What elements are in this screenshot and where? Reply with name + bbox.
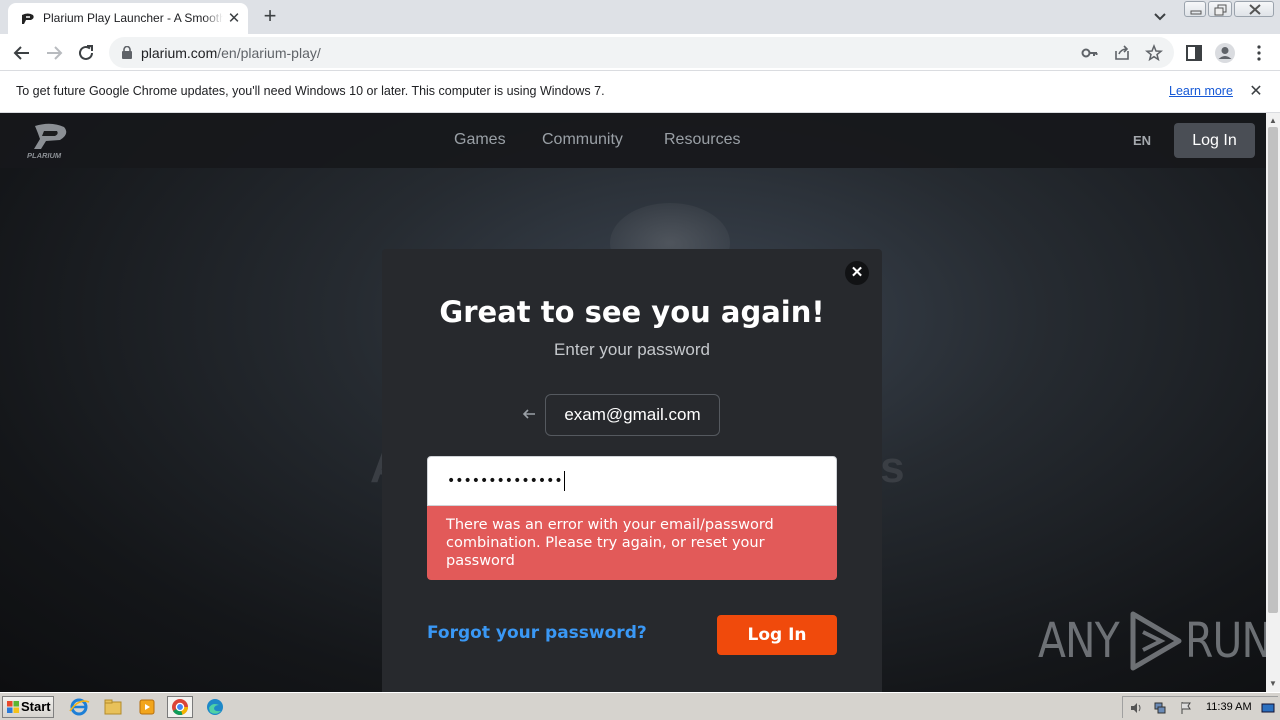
login-button[interactable]: Log In xyxy=(717,615,837,655)
key-icon[interactable] xyxy=(1081,44,1099,62)
nav-games[interactable]: Games xyxy=(454,131,506,149)
watermark-text: RUN xyxy=(1185,613,1266,669)
infobar-close-icon[interactable]: ✕ xyxy=(1248,84,1264,100)
page-scrollbar[interactable]: ▲ ▼ xyxy=(1266,113,1280,692)
password-mask: •••••••••••••• xyxy=(447,473,563,489)
language-selector[interactable]: EN xyxy=(1133,133,1151,148)
scroll-up-icon[interactable]: ▲ xyxy=(1269,117,1277,125)
system-tray xyxy=(1122,696,1278,718)
url-path: /en/plarium-play/ xyxy=(217,45,321,61)
forward-arrow-icon[interactable] xyxy=(43,42,65,64)
chrome-icon xyxy=(172,699,188,716)
start-button[interactable]: Start xyxy=(2,696,54,718)
profile-avatar-icon[interactable] xyxy=(1214,42,1236,64)
login-modal: ✕ Great to see you again! Enter your pas… xyxy=(382,249,882,692)
logo-wordmark: PLARIUM xyxy=(27,151,62,160)
url-host: plarium.com xyxy=(141,45,218,61)
scroll-thumb[interactable] xyxy=(1268,127,1278,613)
scroll-down-icon[interactable]: ▼ xyxy=(1269,680,1277,688)
modal-close-icon[interactable]: ✕ xyxy=(845,261,869,285)
password-input[interactable]: •••••••••••••• xyxy=(427,456,837,506)
tab-close-icon[interactable]: ✕ xyxy=(226,11,242,27)
header-login-button[interactable]: Log In xyxy=(1174,123,1255,158)
play-triangle-icon xyxy=(1130,611,1182,671)
window-close-button[interactable] xyxy=(1234,1,1274,17)
modal-subtitle: Enter your password xyxy=(554,340,710,359)
edge-icon[interactable] xyxy=(202,696,228,718)
restore-icon xyxy=(1214,4,1227,16)
windows-flag-icon xyxy=(7,701,19,713)
watermark-prefix: ANY xyxy=(1038,613,1120,669)
tab-strip: Plarium Play Launcher - A Smoother Gamin… xyxy=(0,0,1280,34)
plarium-favicon-icon xyxy=(22,13,34,24)
minimize-icon xyxy=(1190,10,1202,15)
browser-toolbar: plarium.com/en/plarium-play/ xyxy=(0,34,1280,71)
tab-search-chevron-icon[interactable] xyxy=(1150,8,1170,26)
email-display[interactable]: exam@gmail.com xyxy=(545,394,720,436)
address-bar[interactable]: plarium.com/en/plarium-play/ xyxy=(109,37,1174,68)
show-desktop-icon[interactable] xyxy=(1261,701,1275,715)
page-viewport: A rs PLARIUM Games Community Resources E… xyxy=(0,113,1266,692)
media-player-icon[interactable] xyxy=(134,696,160,718)
windows-taskbar: Start 11:39 AM xyxy=(0,692,1280,720)
infobar-message: To get future Google Chrome updates, you… xyxy=(16,84,605,98)
forgot-password-link[interactable]: Forgot your password? xyxy=(427,623,647,643)
file-explorer-icon[interactable] xyxy=(100,696,126,718)
internet-explorer-icon[interactable] xyxy=(66,696,92,718)
chrome-menu-icon[interactable] xyxy=(1248,42,1270,64)
volume-icon[interactable] xyxy=(1129,701,1143,715)
new-tab-button[interactable]: + xyxy=(258,5,282,28)
tab-title: Plarium Play Launcher - A Smoother Gamin… xyxy=(43,11,223,25)
back-arrow-icon[interactable] xyxy=(11,42,33,64)
close-window-icon xyxy=(1249,4,1261,15)
back-arrow-icon[interactable] xyxy=(521,406,537,422)
nav-community[interactable]: Community xyxy=(542,131,623,149)
taskbar-clock[interactable]: 11:39 AM xyxy=(1206,701,1252,713)
network-icon[interactable] xyxy=(1153,701,1167,715)
window-restore-button[interactable] xyxy=(1208,1,1232,17)
site-header: PLARIUM Games Community Resources EN Log… xyxy=(0,113,1266,168)
learn-more-link[interactable]: Learn more xyxy=(1169,84,1233,98)
share-icon[interactable] xyxy=(1113,44,1131,62)
side-panel-icon[interactable] xyxy=(1183,42,1205,64)
start-label: Start xyxy=(21,699,51,714)
action-center-flag-icon[interactable] xyxy=(1179,701,1193,715)
update-infobar: To get future Google Chrome updates, you… xyxy=(0,71,1280,113)
modal-title: Great to see you again! xyxy=(439,295,825,329)
anyrun-watermark: ANY RUN xyxy=(1038,609,1266,673)
text-caret xyxy=(563,471,565,491)
browser-tab[interactable]: Plarium Play Launcher - A Smoother Gamin… xyxy=(8,3,248,34)
chrome-taskbar-button[interactable] xyxy=(167,696,193,718)
window-minimize-button[interactable] xyxy=(1184,1,1206,17)
nav-resources[interactable]: Resources xyxy=(664,131,740,149)
url-text: plarium.com/en/plarium-play/ xyxy=(141,45,321,61)
lock-icon[interactable] xyxy=(121,46,133,59)
reload-icon[interactable] xyxy=(75,42,97,64)
plarium-logo-icon[interactable]: PLARIUM xyxy=(26,122,76,160)
bookmark-star-icon[interactable] xyxy=(1145,44,1163,62)
login-error-message: There was an error with your email/passw… xyxy=(427,506,837,580)
